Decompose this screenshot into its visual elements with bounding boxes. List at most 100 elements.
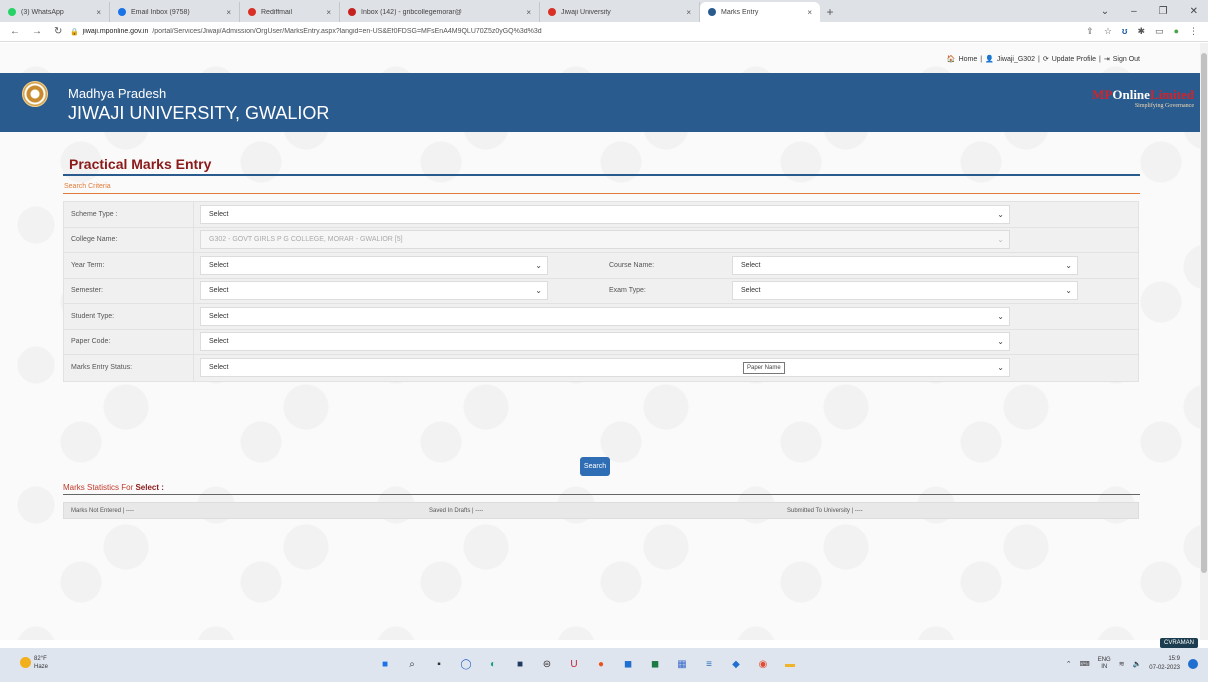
- reload-icon[interactable]: ↻: [54, 26, 62, 37]
- share-icon[interactable]: ⇪: [1086, 26, 1094, 37]
- volume-icon[interactable]: 🔈: [1133, 660, 1142, 668]
- task-view-icon[interactable]: ▪: [429, 654, 449, 674]
- marks-statistics-bar: Marks Not Entered | ---- Saved In Drafts…: [63, 502, 1139, 519]
- exam-type-select[interactable]: Select ⌄: [732, 281, 1078, 301]
- windows-taskbar: 82°F Haze ■ ⌕ ▪ ◯ ◐ ■ ⊜ U ● ◼ ◼ ▦ ≡ ◆ ◉ …: [0, 648, 1208, 682]
- chevron-down-icon: ⌄: [535, 286, 542, 296]
- page-scrollbar[interactable]: [1200, 43, 1208, 640]
- restore-button[interactable]: ❐: [1159, 6, 1168, 17]
- sidepanel-icon[interactable]: ▭: [1155, 26, 1164, 37]
- chevron-up-icon[interactable]: ⌃: [1066, 660, 1072, 668]
- back-icon[interactable]: ←: [10, 26, 20, 37]
- scheme-type-select[interactable]: Select ⌄: [200, 204, 1010, 224]
- tab-close-icon[interactable]: ×: [807, 8, 812, 17]
- student-type-label: Student Type:: [64, 304, 194, 329]
- file-explorer-icon[interactable]: ▬: [780, 654, 800, 674]
- course-name-select[interactable]: Select ⌄: [732, 255, 1078, 275]
- minimize-button[interactable]: –: [1131, 6, 1137, 17]
- weather-widget[interactable]: 82°F Haze: [20, 655, 48, 671]
- page-viewport: 🏠 Home | 👤 Jiwaji_G302 | ⟳ Update Profil…: [0, 43, 1200, 640]
- search-form: Scheme Type : Select ⌄ College Name: G302…: [63, 201, 1139, 382]
- url-domain: jiwaji.mponline.gov.in: [82, 28, 149, 35]
- bookmark-star-icon[interactable]: ☆: [1104, 26, 1112, 37]
- semester-select[interactable]: Select ⌄: [200, 281, 548, 301]
- tab-favicon-icon: [248, 8, 256, 16]
- close-window-button[interactable]: ✕: [1190, 6, 1198, 17]
- year-term-select[interactable]: Select ⌄: [200, 255, 548, 275]
- year-term-label: Year Term:: [64, 253, 194, 278]
- menu-icon[interactable]: ⋮: [1189, 26, 1198, 37]
- paper-code-label: Paper Code:: [64, 329, 194, 354]
- clock[interactable]: 15:9 07-02-2023: [1149, 655, 1180, 673]
- browser-tab[interactable]: Marks Entry ×: [700, 2, 820, 22]
- outlook-icon[interactable]: ◼: [618, 654, 638, 674]
- tab-close-icon[interactable]: ×: [686, 8, 691, 17]
- paper-code-row: Paper Code: Select ⌄: [64, 329, 1138, 355]
- saved-in-drafts: Saved In Drafts | ----: [429, 507, 484, 514]
- browser-tab[interactable]: Email Inbox (9758) ×: [110, 2, 240, 22]
- statistics-divider: [63, 494, 1140, 495]
- scrollbar-thumb[interactable]: [1201, 53, 1207, 573]
- browser-tab[interactable]: Inbox (142) - gribcollegemorar@ ×: [340, 2, 540, 22]
- profile-avatar[interactable]: ●: [1174, 26, 1179, 37]
- extension-icon[interactable]: ʊ: [1122, 26, 1128, 37]
- mcafee-icon[interactable]: U: [564, 654, 584, 674]
- tab-close-icon[interactable]: ×: [226, 8, 231, 17]
- student-type-select[interactable]: Select ⌄: [200, 306, 1010, 326]
- chevron-down-icon: ⌄: [535, 260, 542, 270]
- browser-tab[interactable]: Rediffmail ×: [240, 2, 340, 22]
- update-profile-link[interactable]: Update Profile: [1052, 56, 1096, 63]
- browser-tab-bar: (3) WhatsApp × Email Inbox (9758) × Rediffma…: [0, 0, 1208, 22]
- search-button[interactable]: Search: [580, 457, 610, 476]
- excel-icon[interactable]: ◼: [645, 654, 665, 674]
- tab-search-icon[interactable]: ⌄: [1101, 6, 1109, 17]
- year-course-row: Year Term: Select ⌄ Course Name: Select ⌄: [64, 253, 1138, 279]
- chat-icon[interactable]: ◯: [456, 654, 476, 674]
- chevron-down-icon: ⌄: [997, 363, 1004, 373]
- sign-out-link[interactable]: Sign Out: [1113, 56, 1140, 63]
- app-icon[interactable]: ≡: [699, 654, 719, 674]
- windows-start-icon[interactable]: ■: [375, 654, 395, 674]
- notification-icon[interactable]: [1188, 659, 1198, 669]
- browser-tab[interactable]: Jiwaji University ×: [540, 2, 700, 22]
- tab-close-icon[interactable]: ×: [526, 8, 531, 17]
- search-criteria-heading: Search Criteria: [64, 183, 111, 190]
- tab-favicon-icon: [548, 8, 556, 16]
- user-link[interactable]: Jiwaji_G302: [997, 56, 1035, 63]
- page-title: Practical Marks Entry: [69, 156, 212, 172]
- wifi-icon[interactable]: ≋: [1119, 660, 1125, 668]
- puzzle-icon[interactable]: ✱: [1138, 26, 1146, 37]
- new-tab-button[interactable]: +: [820, 2, 840, 22]
- marks-entry-status-select[interactable]: Select ⌄ Paper Name: [200, 358, 1010, 378]
- tab-title: Marks Entry: [721, 8, 759, 16]
- store-icon[interactable]: ■: [510, 654, 530, 674]
- tab-favicon-icon: [118, 8, 126, 16]
- tab-favicon-icon: [708, 8, 716, 16]
- tab-title: (3) WhatsApp: [21, 8, 64, 16]
- edge-icon[interactable]: ◐: [483, 654, 503, 674]
- tab-title: Email Inbox (9758): [131, 8, 190, 16]
- tab-close-icon[interactable]: ×: [96, 8, 101, 17]
- search-icon[interactable]: ⌕: [402, 654, 422, 674]
- home-link[interactable]: Home: [959, 56, 978, 63]
- taskbar-apps: ■ ⌕ ▪ ◯ ◐ ■ ⊜ U ● ◼ ◼ ▦ ≡ ◆ ◉ ▬: [375, 654, 800, 674]
- language-indicator[interactable]: ENG IN: [1098, 657, 1111, 671]
- scheme-type-label: Scheme Type :: [64, 202, 194, 227]
- paint-icon[interactable]: ◆: [726, 654, 746, 674]
- calculator-icon[interactable]: ▦: [672, 654, 692, 674]
- tab-close-icon[interactable]: ×: [326, 8, 331, 17]
- paper-code-select[interactable]: Select ⌄: [200, 332, 1010, 352]
- firefox-icon[interactable]: ●: [591, 654, 611, 674]
- chrome-icon[interactable]: ◉: [753, 654, 773, 674]
- chevron-down-icon: ⌄: [1065, 286, 1072, 296]
- keyboard-icon[interactable]: ⌨: [1080, 660, 1090, 668]
- tab-favicon-icon: [348, 8, 356, 16]
- dell-icon[interactable]: ⊜: [537, 654, 557, 674]
- marks-entry-status-row: Marks Entry Status: Select ⌄ Paper Name: [64, 355, 1138, 381]
- forward-icon[interactable]: →: [32, 26, 42, 37]
- state-name: Madhya Pradesh: [68, 86, 167, 101]
- url-field[interactable]: 🔒 jiwaji.mponline.gov.in/portal/Services…: [70, 28, 1086, 36]
- browser-tab[interactable]: (3) WhatsApp ×: [0, 2, 110, 22]
- chevron-down-icon: ⌄: [997, 311, 1004, 321]
- submitted-to-university: Submitted To University | ----: [787, 507, 863, 514]
